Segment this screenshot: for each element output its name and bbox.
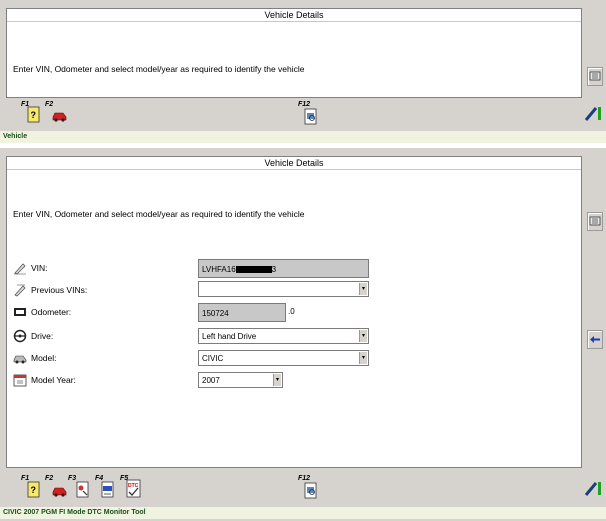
drive-select[interactable]: Left hand Drive ▾ — [198, 328, 369, 344]
car-icon — [52, 112, 67, 122]
main-f3-tool-button[interactable] — [76, 481, 90, 499]
top-instruction-text: Enter VIN, Odometer and select model/yea… — [13, 64, 305, 74]
main-f1-help-button[interactable]: ? — [27, 481, 41, 499]
model-dropdown-arrow[interactable]: ▾ — [359, 352, 367, 364]
car-outline-icon — [13, 355, 27, 364]
main-f2-vehicle-button[interactable] — [52, 483, 67, 501]
document-list-icon — [589, 71, 601, 81]
svg-text:?: ? — [31, 485, 37, 495]
main-panel: Vehicle Details Enter VIN, Odometer and … — [0, 148, 606, 521]
steering-wheel-icon — [13, 329, 27, 343]
top-side-button[interactable] — [587, 67, 603, 86]
previous-vins-row: Previous VINs: — [13, 281, 87, 299]
main-side-button[interactable] — [587, 212, 603, 231]
vin-row: VIN: — [13, 259, 48, 277]
help-icon: ? — [27, 481, 40, 498]
dtc-check-icon: DTC — [126, 479, 141, 498]
document-list-icon — [589, 216, 601, 226]
previous-vins-dropdown-arrow[interactable]: ▾ — [359, 283, 367, 295]
main-f2-key-label: F2 — [45, 475, 54, 482]
previous-vins-pen-icon — [14, 284, 26, 297]
toolbox-icon — [101, 481, 114, 498]
main-panel-title: Vehicle Details — [7, 157, 581, 170]
f1-help-button[interactable]: ? — [27, 106, 41, 124]
vin-field[interactable]: LVHFA16 3 — [198, 259, 369, 278]
top-panel: Vehicle Details Enter VIN, Odometer and … — [0, 0, 606, 143]
calendar-icon — [13, 374, 27, 387]
top-status-bar: Vehicle — [0, 131, 606, 143]
back-button[interactable] — [587, 330, 603, 349]
f2-vehicle-button[interactable] — [52, 108, 67, 126]
f2-key-label: F2 — [45, 101, 54, 108]
main-connection-button[interactable] — [583, 478, 603, 496]
bottom-status-bar: CIVIC 2007 PGM FI Mode DTC Monitor Tool — [0, 507, 606, 519]
f12-key-label: F12 — [298, 101, 311, 108]
odometer-icon — [14, 308, 26, 316]
odometer-value: 150724 — [202, 309, 229, 318]
tool-sheet-icon — [76, 481, 89, 498]
drive-label: Drive: — [31, 331, 54, 341]
main-f5-dtc-button[interactable]: DTC — [126, 479, 142, 498]
previous-vins-label: Previous VINs: — [31, 285, 88, 295]
top-panel-title: Vehicle Details — [7, 9, 581, 22]
top-connection-button[interactable] — [583, 103, 603, 121]
print-preview-icon — [304, 482, 317, 499]
main-content-area: Vehicle Details Enter VIN, Odometer and … — [6, 156, 582, 468]
model-year-label: Model Year: — [31, 375, 76, 385]
main-instruction-text: Enter VIN, Odometer and select model/yea… — [13, 209, 305, 219]
connector-icon — [584, 107, 601, 121]
vin-value-suffix: 3 — [271, 265, 277, 274]
main-f12-key-label: F12 — [298, 475, 311, 482]
model-select[interactable]: CIVIC ▾ — [198, 350, 369, 366]
vin-pen-icon — [14, 263, 26, 275]
model-year-row: Model Year: — [13, 371, 76, 389]
drive-value: Left hand Drive — [202, 332, 257, 341]
main-f12-print-button[interactable] — [304, 482, 318, 500]
main-f3-key-label: F3 — [68, 475, 77, 482]
odometer-decimal-suffix: .0 — [288, 307, 295, 316]
model-row: Model: — [13, 349, 57, 367]
print-preview-icon — [304, 108, 317, 125]
main-f4-tool-button[interactable] — [101, 481, 115, 499]
model-label: Model: — [31, 353, 57, 363]
vin-value-prefix: LVHFA16 — [202, 265, 236, 274]
help-icon: ? — [27, 106, 40, 123]
connector-icon — [584, 482, 601, 496]
model-value: CIVIC — [202, 354, 224, 363]
odometer-field[interactable]: 150724 — [198, 303, 286, 322]
model-year-dropdown-arrow[interactable]: ▾ — [273, 374, 281, 386]
drive-row: Drive: — [13, 327, 53, 345]
car-icon — [52, 487, 67, 497]
drive-dropdown-arrow[interactable]: ▾ — [359, 330, 367, 342]
back-arrow-icon — [590, 336, 600, 343]
model-year-value: 2007 — [202, 376, 220, 385]
odometer-label: Odometer: — [31, 307, 72, 317]
top-content-area: Vehicle Details Enter VIN, Odometer and … — [6, 8, 582, 98]
vin-redaction — [235, 266, 272, 274]
f12-print-button[interactable] — [304, 108, 318, 126]
svg-text:?: ? — [31, 110, 37, 120]
previous-vins-select[interactable]: ▾ — [198, 281, 369, 297]
model-year-select[interactable]: 2007 ▾ — [198, 372, 283, 388]
odometer-row: Odometer: — [13, 303, 71, 321]
vin-label: VIN: — [31, 263, 48, 273]
